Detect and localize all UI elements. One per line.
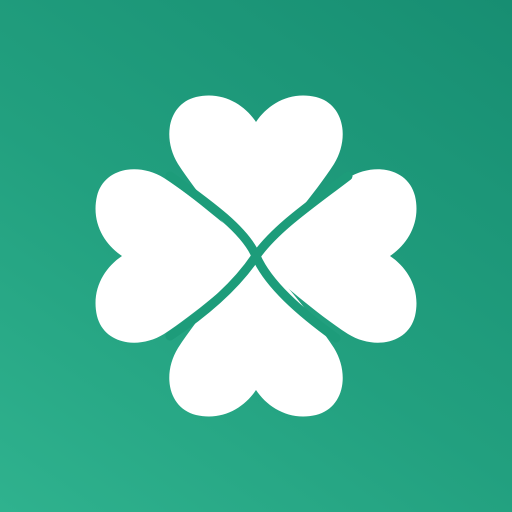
clover-logo-icon: [95, 95, 417, 417]
app-icon-tile: [0, 0, 512, 512]
